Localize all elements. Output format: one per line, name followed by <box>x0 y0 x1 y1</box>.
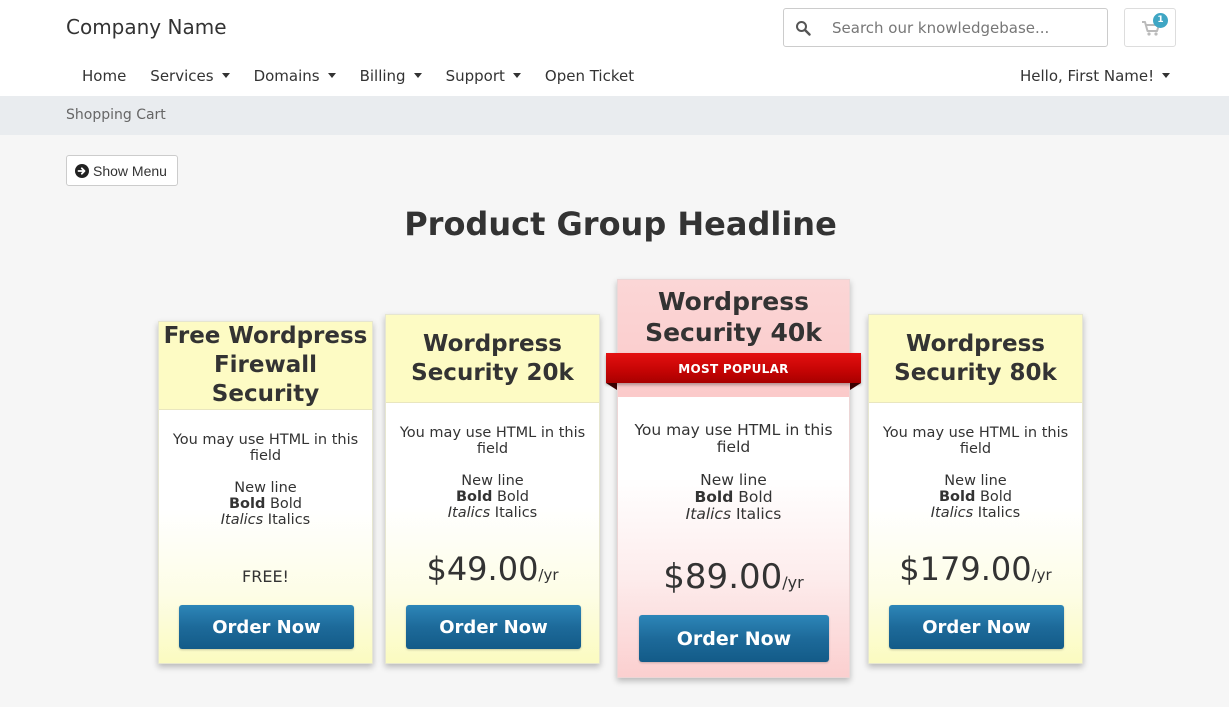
nav-domains[interactable]: Domains <box>242 60 348 92</box>
price-period: /yr <box>538 566 559 584</box>
product-price: $179.00/yr <box>869 550 1082 588</box>
title-line: Firewall Security <box>211 352 320 407</box>
desc-plain: Italics <box>977 505 1021 521</box>
desc-text: You may use HTML in this field <box>882 425 1069 457</box>
title-line: Wordpress <box>657 287 810 316</box>
desc-plain: Italics <box>494 505 538 521</box>
company-logo[interactable]: Company Name <box>66 15 227 39</box>
title-line: Security 20k <box>411 359 574 386</box>
nav-label: Domains <box>253 67 320 85</box>
desc-bold: Bold <box>455 489 493 505</box>
ribbon-fold-right <box>850 383 861 390</box>
nav-label: Billing <box>359 67 406 85</box>
nav-open-ticket[interactable]: Open Ticket <box>533 60 646 92</box>
order-now-button[interactable]: Order Now <box>889 605 1064 649</box>
nav-support[interactable]: Support <box>434 60 533 92</box>
desc-plain: Bold <box>979 489 1013 505</box>
search-icon <box>796 21 811 36</box>
title-line: Security 80k <box>894 359 1057 386</box>
desc-plain: Italics <box>267 512 311 528</box>
product-card-free-firewall: Free Wordpress Firewall Security You may … <box>158 321 373 664</box>
ribbon-fold-left <box>606 383 617 390</box>
caret-down-icon <box>1162 73 1171 78</box>
site-header: Company Name 1 Home Services Domains Bil… <box>0 0 1229 96</box>
headline-text: Product Group Headline <box>404 205 837 243</box>
cart-button[interactable]: 1 <box>1124 8 1176 47</box>
desc-italic: Italics <box>220 512 264 528</box>
price-amount: $89.00 <box>663 557 783 597</box>
nav-label: Support <box>445 67 505 85</box>
product-description: You may use HTML in this field New line … <box>169 432 362 528</box>
desc-italic: Italics <box>447 505 491 521</box>
product-group-headline: Product Group Headline <box>0 205 1229 243</box>
desc-text: You may use HTML in this field <box>172 432 359 464</box>
title-line: Wordpress <box>423 330 562 357</box>
price-amount: FREE! <box>242 567 289 586</box>
desc-italic: Italics <box>930 505 974 521</box>
arrow-circle-right-icon <box>75 163 89 178</box>
cart-count-badge: 1 <box>1153 13 1168 28</box>
product-description: You may use HTML in this field New line … <box>628 422 839 523</box>
desc-new-line: New line <box>944 473 1007 489</box>
nav-home[interactable]: Home <box>70 60 138 92</box>
desc-new-line: New line <box>461 473 524 489</box>
desc-plain: Bold <box>496 489 530 505</box>
product-description: You may use HTML in this field New line … <box>396 425 589 521</box>
desc-text: You may use HTML in this field <box>634 421 833 456</box>
show-menu-button[interactable]: Show Menu <box>66 155 178 186</box>
breadcrumb: Shopping Cart <box>66 107 166 123</box>
caret-down-icon <box>221 73 230 78</box>
nav-label: Services <box>150 67 214 85</box>
product-description: You may use HTML in this field New line … <box>879 425 1072 521</box>
caret-down-icon <box>413 73 422 78</box>
desc-bold: Bold <box>228 496 266 512</box>
price-amount: $49.00 <box>426 550 539 588</box>
title-line: Wordpress <box>906 330 1045 357</box>
show-menu-label: Show Menu <box>93 162 167 179</box>
nav-billing[interactable]: Billing <box>348 60 434 92</box>
breadcrumb-bar: Shopping Cart <box>0 96 1229 135</box>
desc-bold: Bold <box>938 489 976 505</box>
desc-plain: Bold <box>269 496 303 512</box>
order-now-button[interactable]: Order Now <box>406 605 581 649</box>
product-card-20k: Wordpress Security 20k You may use HTML i… <box>385 314 600 664</box>
title-line: Security 40k <box>645 318 822 347</box>
nav-label: Open Ticket <box>544 67 635 85</box>
account-menu[interactable]: Hello, First Name! <box>1008 60 1182 92</box>
product-price: $89.00/yr <box>618 557 849 597</box>
order-now-button[interactable]: Order Now <box>639 615 829 662</box>
search-input[interactable] <box>832 17 1097 39</box>
desc-plain: Italics <box>735 505 782 523</box>
price-period: /yr <box>782 573 804 592</box>
product-price: FREE! <box>159 567 372 586</box>
product-price: $49.00/yr <box>386 550 599 588</box>
product-card-40k-featured: Wordpress Security 40k You may use HTML i… <box>617 279 850 678</box>
caret-down-icon <box>327 73 336 78</box>
price-amount: $179.00 <box>899 550 1032 588</box>
account-label: Hello, First Name! <box>1020 67 1155 85</box>
main-nav: Home Services Domains Billing Support Op… <box>70 60 646 92</box>
desc-bold: Bold <box>694 488 734 506</box>
order-now-button[interactable]: Order Now <box>179 605 354 649</box>
title-line: Free Wordpress <box>163 323 368 349</box>
product-title: Wordpress Security 80k <box>869 315 1082 403</box>
most-popular-ribbon: MOST POPULAR <box>606 353 861 383</box>
knowledgebase-search[interactable] <box>783 8 1108 47</box>
nav-services[interactable]: Services <box>138 60 241 92</box>
desc-plain: Bold <box>738 488 773 506</box>
caret-down-icon <box>512 73 521 78</box>
desc-new-line: New line <box>234 480 297 496</box>
product-title: Wordpress Security 20k <box>386 315 599 403</box>
desc-new-line: New line <box>700 471 767 489</box>
product-title: Free Wordpress Firewall Security <box>159 322 372 410</box>
desc-text: You may use HTML in this field <box>399 425 586 457</box>
product-card-80k: Wordpress Security 80k You may use HTML i… <box>868 314 1083 664</box>
nav-label: Home <box>82 67 127 85</box>
price-period: /yr <box>1031 566 1052 584</box>
desc-italic: Italics <box>685 505 732 523</box>
